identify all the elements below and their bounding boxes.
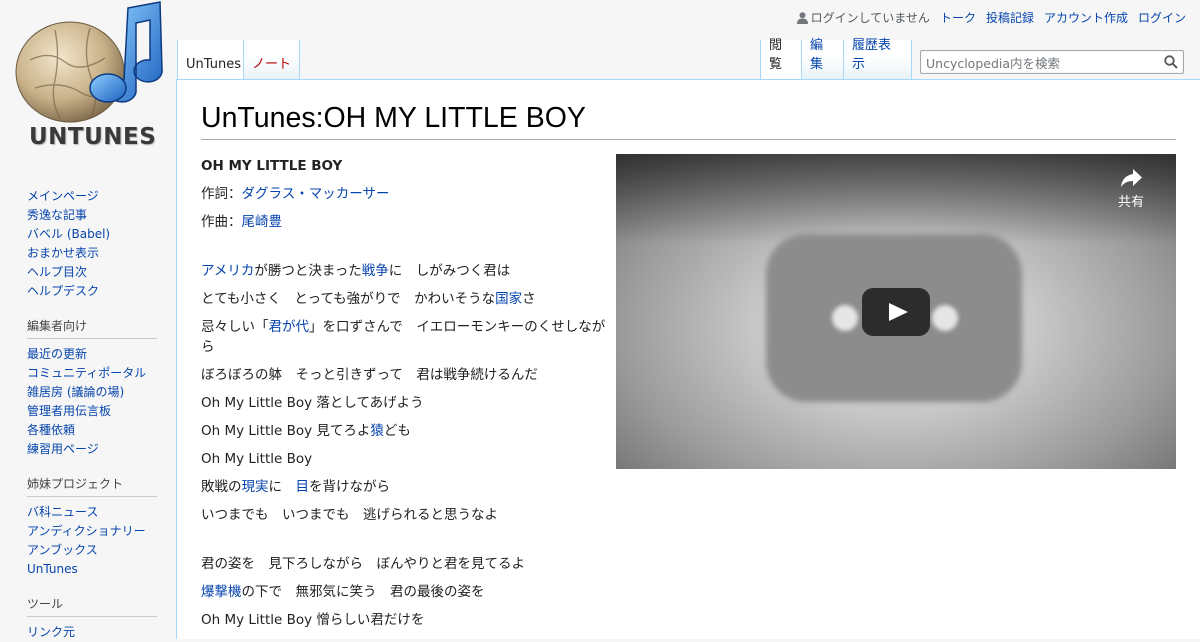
- composer-line: 作曲：尾崎豊: [201, 212, 611, 240]
- sidebar-item-unbooks[interactable]: アンブックス: [27, 543, 98, 557]
- sidebar-item-community-portal[interactable]: コミュニティポータル: [27, 366, 146, 380]
- login-link[interactable]: ログイン: [1138, 9, 1186, 26]
- share-icon: [1121, 169, 1142, 187]
- lyric-line: 君の姿を 見下ろしながら ぼんやりと君を見てるよ: [201, 556, 525, 572]
- lyric-line: Oh My Little Boy 見てろよ猿ども: [201, 421, 611, 449]
- song-title: OH MY LITTLE BOY: [201, 158, 343, 174]
- sidebar-item-sandbox[interactable]: 練習用ページ: [27, 442, 99, 456]
- lyric-line: アメリカが勝つと決まった戦争に しがみつく君は: [201, 261, 611, 289]
- tab-history[interactable]: 履歴表示: [843, 38, 912, 80]
- sidebar-item-featured[interactable]: 秀逸な記事: [27, 208, 87, 222]
- tab-view-label: 閲覧: [769, 38, 783, 72]
- tab-page[interactable]: UnTunes: [177, 40, 244, 80]
- sidebar-item-random[interactable]: おまかせ表示: [27, 246, 99, 260]
- lyric-link[interactable]: 爆撃機: [201, 584, 242, 600]
- logo-wordmark: UNTUNES: [29, 124, 157, 150]
- lyric-line: Oh My Little Boy 落としてあげよう: [201, 395, 424, 411]
- user-status: ログインしていません: [796, 9, 930, 26]
- tab-talk-label: ノート: [252, 57, 292, 72]
- user-icon: [796, 11, 808, 24]
- search-icon[interactable]: [1164, 55, 1178, 69]
- composer-label: 作曲：: [201, 214, 242, 230]
- sidebar: メインページ 秀逸な記事 バベル (Babel) おまかせ表示 ヘルプ目次 ヘル…: [0, 180, 176, 642]
- lyric-line: Oh My Little Boy 憎らしい君だけを: [201, 612, 425, 628]
- sidebar-item-main-page[interactable]: メインページ: [27, 189, 99, 203]
- tab-edit[interactable]: 編集: [801, 38, 844, 80]
- lyric-line: いつまでも いつまでも 逃げられると思うなよ: [201, 507, 498, 523]
- page-title: UnTunes:OH MY LITTLE BOY: [201, 101, 1176, 141]
- site-logo[interactable]: UNTUNES: [10, 0, 170, 160]
- tab-edit-label: 編集: [810, 38, 824, 72]
- lyric-link[interactable]: 戦争: [362, 263, 389, 279]
- lyric-text: ども: [383, 423, 411, 439]
- tab-history-label: 履歴表示: [852, 38, 892, 72]
- lyric-text: を背けながら: [309, 479, 390, 495]
- search-input[interactable]: [924, 52, 1158, 74]
- composer-link[interactable]: 尾崎豊: [242, 214, 283, 230]
- tab-page-label: UnTunes: [186, 57, 241, 72]
- lyricist-link[interactable]: ダグラス・マッカーサー: [242, 186, 390, 202]
- talk-link[interactable]: トーク: [940, 9, 976, 26]
- lyric-line: 敗戦の現実に 目を背けながら: [201, 477, 611, 505]
- play-icon[interactable]: [862, 288, 930, 336]
- lyric-text: に: [268, 479, 296, 495]
- lyric-line: 忌々しい「君が代」を口ずさんで イエローモンキーのくせしながら: [201, 317, 611, 365]
- lyric-line: とても小さく とっても強がりで かわいそうな国家さ: [201, 289, 611, 317]
- sidebar-item-helpdesk[interactable]: ヘルプデスク: [27, 284, 99, 298]
- lyric-line: 爆撃機の下で 無邪気に笑う 君の最後の姿を: [201, 582, 611, 610]
- video-thumbnail-dot: [932, 305, 958, 331]
- lyric-link[interactable]: アメリカ: [201, 263, 254, 279]
- lyric-text: とても小さく とっても強がりで かわいそうな: [201, 291, 496, 307]
- sidebar-item-unnews[interactable]: バ科ニュース: [27, 505, 98, 519]
- lyric-text: Oh My Little Boy 見てろよ: [201, 423, 371, 439]
- tab-view[interactable]: 閲覧: [760, 38, 802, 80]
- sidebar-item-requests[interactable]: 各種依頼: [27, 423, 75, 437]
- lyric-text: が勝つと決まった: [254, 263, 362, 279]
- lyric-text: に しがみつく君は: [388, 263, 511, 279]
- lyric-link[interactable]: 猿: [370, 423, 384, 439]
- sidebar-item-babel[interactable]: バベル (Babel): [27, 227, 110, 241]
- sidebar-item-admin-board[interactable]: 管理者用伝言板: [27, 404, 111, 418]
- video-top-shade: [616, 154, 1176, 244]
- content-area: UnTunes:OH MY LITTLE BOY OH MY LITTLE BO…: [176, 79, 1200, 639]
- sidebar-item-undictionary[interactable]: アンディクショナリー: [27, 524, 146, 538]
- lyric-text: さ: [522, 291, 536, 307]
- sidebar-editors: 編集者向け 最近の更新 コミュニティポータル 雑居房 (議論の場) 管理者用伝言…: [27, 317, 157, 459]
- article-body: OH MY LITTLE BOY 作詞：ダグラス・マッカーサー 作曲：尾崎豊 ア…: [201, 156, 611, 638]
- contributions-link[interactable]: 投稿記録: [986, 9, 1034, 26]
- tab-talk[interactable]: ノート: [243, 40, 300, 80]
- share-label: 共有: [1117, 195, 1144, 210]
- sidebar-navigation: メインページ 秀逸な記事 バベル (Babel) おまかせ表示 ヘルプ目次 ヘル…: [27, 187, 157, 301]
- lyric-line: ぼろぼろの躰 そっと引きずって 君は戦争続けるんだ: [201, 367, 538, 383]
- lyricist-line: 作詞：ダグラス・マッカーサー: [201, 184, 611, 212]
- not-logged-in-text: ログインしていません: [810, 11, 930, 25]
- search-box: [920, 50, 1184, 74]
- lyricist-label: 作詞：: [201, 186, 242, 202]
- sidebar-heading-tools: ツール: [27, 595, 157, 617]
- stanza-gap: [201, 533, 611, 554]
- sidebar-item-recent-changes[interactable]: 最近の更新: [27, 347, 87, 361]
- lyric-link[interactable]: 国家: [495, 291, 522, 307]
- lyric-text: 忌々しい「: [201, 319, 269, 335]
- lyric-link[interactable]: 君が代: [269, 319, 310, 335]
- stanza-gap: [201, 240, 611, 261]
- lyric-link[interactable]: 現実: [242, 479, 269, 495]
- sidebar-heading-editors: 編集者向け: [27, 317, 157, 339]
- embedded-video[interactable]: 共有: [616, 154, 1176, 469]
- create-account-link[interactable]: アカウント作成: [1044, 9, 1128, 26]
- lyric-link[interactable]: 目: [296, 479, 310, 495]
- sidebar-tools: ツール リンク元: [27, 595, 157, 642]
- sidebar-item-village-pump[interactable]: 雑居房 (議論の場): [27, 385, 124, 399]
- video-thumbnail-dot: [832, 305, 858, 331]
- lyric-text: の下で 無邪気に笑う 君の最後の姿を: [241, 584, 485, 600]
- sidebar-sister-projects: 姉妹プロジェクト バ科ニュース アンディクショナリー アンブックス UnTune…: [27, 475, 157, 579]
- lyric-line: Oh My Little Boy: [201, 451, 313, 467]
- lyric-text: 敗戦の: [201, 479, 242, 495]
- sidebar-item-what-links-here[interactable]: リンク元: [27, 625, 75, 639]
- sidebar-heading-sister: 姉妹プロジェクト: [27, 475, 157, 497]
- share-button[interactable]: 共有: [1111, 168, 1151, 210]
- sidebar-item-help[interactable]: ヘルプ目次: [27, 265, 87, 279]
- sidebar-item-untunes[interactable]: UnTunes: [27, 562, 78, 576]
- personal-tools: ログインしていません トーク 投稿記録 アカウント作成 ログイン: [796, 9, 1186, 26]
